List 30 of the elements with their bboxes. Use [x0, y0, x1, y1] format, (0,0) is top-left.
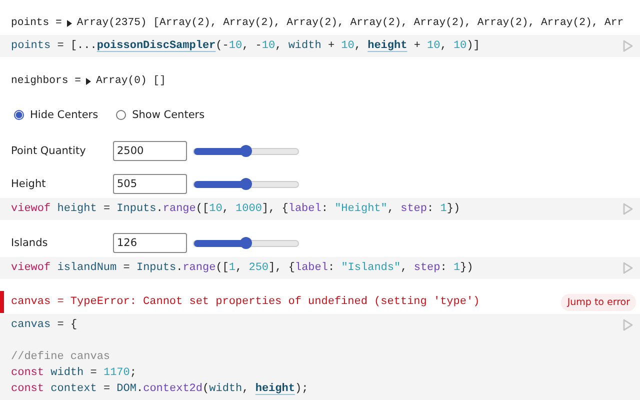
expand-triangle-icon[interactable] [86, 78, 91, 84]
code-line: const width = 1170; [11, 367, 136, 379]
output-value: Array(0) [] [96, 75, 166, 87]
code-cell[interactable]: points = [...poissonDiscSampler(-10, -10, width + 10, height + 10, 10)] [0, 35, 640, 57]
slider[interactable] [193, 148, 299, 154]
code-line: //define canvas [11, 351, 110, 363]
radio-option[interactable]: Hide Centers [14, 109, 98, 121]
code-line: viewof islandNum = Inputs.range([1, 250], {label: "Islands", step: 1}) [11, 262, 474, 274]
input-label: Point Quantity [11, 145, 87, 157]
radio-option[interactable]: Show Centers [116, 109, 205, 121]
number-input[interactable]: 126 [113, 233, 187, 253]
output-value: Array(2375) [Array(2), Array(2), Array(2), Array(2), Array(2), Array(2), Array(2), Arr [76, 17, 624, 29]
output-label: neighbors = [11, 75, 81, 87]
expand-triangle-icon[interactable] [66, 20, 72, 26]
input-label: Height [11, 178, 47, 190]
output-label: points = [11, 17, 62, 29]
code-cell[interactable]: viewof islandNum = Inputs.range([1, 250], {label: "Islands", step: 1}) [0, 257, 640, 279]
number-input[interactable]: 505 [113, 174, 187, 194]
code-cell[interactable]: canvas = { //define canvas const width = 1170; const context = DOM.context2d(width, height); [0, 314, 640, 400]
input-label: Islands [11, 237, 49, 249]
slider[interactable] [193, 180, 299, 188]
code-cell[interactable]: viewof height = Inputs.range([10, 1000], {label: "Height", step: 1}) [0, 198, 640, 220]
code-line: points = [...poissonDiscSampler(-10, -10, width + 10, height + 10, 10)] [11, 40, 480, 52]
jump-to-error-button[interactable]: Jump to error [561, 294, 636, 310]
slider[interactable] [193, 240, 299, 246]
code-line: viewof height = Inputs.range([10, 1000], {label: "Height", step: 1}) [11, 203, 460, 215]
number-input[interactable]: 2500 [113, 141, 187, 161]
error-message: canvas = TypeError: Cannot set properties of undefined (setting 'type') [11, 296, 480, 308]
code-line: const context = DOM.context2d(width, height); [11, 383, 308, 395]
code-line: canvas = { [11, 319, 78, 331]
